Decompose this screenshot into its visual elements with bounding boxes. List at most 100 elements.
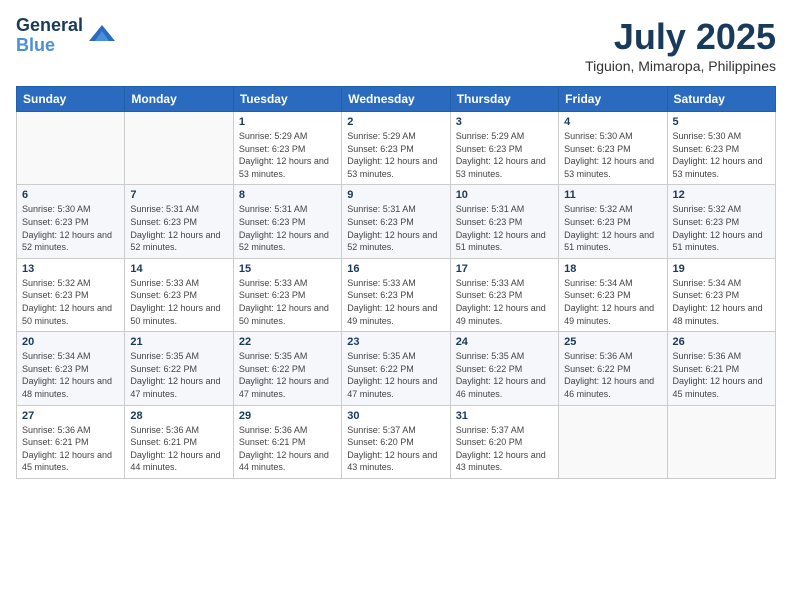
day-number: 23 [347, 336, 444, 348]
location-title: Tiguion, Mimaropa, Philippines [585, 58, 776, 74]
day-number: 2 [347, 116, 444, 128]
day-number: 5 [673, 116, 770, 128]
calendar-cell: 14 Sunrise: 5:33 AMSunset: 6:23 PMDayligh… [125, 258, 233, 331]
calendar-cell: 17Sunrise: 5:33 AMSunset: 6:23 PMDayligh… [450, 258, 558, 331]
calendar-cell: 20 Sunrise: 5:34 AMSunset: 6:23 PMDayligh… [17, 332, 125, 405]
calendar-cell: 10 Sunrise: 5:31 AMSunset: 6:23 PMDayligh… [450, 185, 558, 258]
day-number: 14 [130, 263, 227, 275]
day-number: 19 [673, 263, 770, 275]
day-number: 20 [22, 336, 119, 348]
day-number: 9 [347, 189, 444, 201]
calendar-cell: 6 Sunrise: 5:30 AMSunset: 6:23 PMDaylight… [17, 185, 125, 258]
day-number: 17 [456, 263, 553, 275]
day-info: Sunrise: 5:35 AMSunset: 6:22 PMDaylight:… [239, 350, 336, 400]
calendar-cell: 7Sunrise: 5:31 AMSunset: 6:23 PMDaylight… [125, 185, 233, 258]
calendar-cell: 31Sunrise: 5:37 AMSunset: 6:20 PMDayligh… [450, 405, 558, 478]
calendar-cell: 13Sunrise: 5:32 AMSunset: 6:23 PMDayligh… [17, 258, 125, 331]
day-info: Sunrise: 5:33 AMSunset: 6:23 PMDaylight:… [130, 277, 227, 327]
calendar-cell: 4 Sunrise: 5:30 AMSunset: 6:23 PMDaylight… [559, 112, 667, 185]
weekday-header: Sunday [17, 87, 125, 112]
calendar-cell: 5 Sunrise: 5:30 AMSunset: 6:23 PMDaylight… [667, 112, 775, 185]
day-info: Sunrise: 5:29 AMSunset: 6:23 PMDaylight:… [347, 130, 444, 180]
day-info: Sunrise: 5:30 AMSunset: 6:23 PMDaylight:… [673, 130, 770, 180]
day-number: 16 [347, 263, 444, 275]
day-info: Sunrise: 5:34 AMSunset: 6:23 PMDaylight:… [22, 350, 119, 400]
day-number: 28 [130, 410, 227, 422]
calendar-week-row: 1 Sunrise: 5:29 AMSunset: 6:23 PMDaylight… [17, 112, 776, 185]
logo-text: GeneralBlue [16, 16, 83, 56]
day-number: 10 [456, 189, 553, 201]
day-info: Sunrise: 5:29 AMSunset: 6:23 PMDaylight:… [456, 130, 553, 180]
weekday-header: Thursday [450, 87, 558, 112]
day-info: Sunrise: 5:32 AMSunset: 6:23 PMDaylight:… [564, 203, 661, 253]
day-info: Sunrise: 5:34 AMSunset: 6:23 PMDaylight:… [564, 277, 661, 327]
calendar-cell [559, 405, 667, 478]
day-info: Sunrise: 5:37 AMSunset: 6:20 PMDaylight:… [456, 424, 553, 474]
calendar-cell: 19 Sunrise: 5:34 AMSunset: 6:23 PMDayligh… [667, 258, 775, 331]
day-number: 8 [239, 189, 336, 201]
calendar-cell: 2 Sunrise: 5:29 AMSunset: 6:23 PMDaylight… [342, 112, 450, 185]
calendar-cell: 12 Sunrise: 5:32 AMSunset: 6:23 PMDayligh… [667, 185, 775, 258]
day-info: Sunrise: 5:36 AMSunset: 6:21 PMDaylight:… [673, 350, 770, 400]
calendar-header-row: SundayMondayTuesdayWednesdayThursdayFrid… [17, 87, 776, 112]
calendar-cell [667, 405, 775, 478]
calendar-cell: 8 Sunrise: 5:31 AMSunset: 6:23 PMDaylight… [233, 185, 341, 258]
calendar-cell: 9 Sunrise: 5:31 AMSunset: 6:23 PMDaylight… [342, 185, 450, 258]
calendar-week-row: 20 Sunrise: 5:34 AMSunset: 6:23 PMDayligh… [17, 332, 776, 405]
calendar-cell: 18 Sunrise: 5:34 AMSunset: 6:23 PMDayligh… [559, 258, 667, 331]
day-info: Sunrise: 5:36 AMSunset: 6:22 PMDaylight:… [564, 350, 661, 400]
day-info: Sunrise: 5:31 AMSunset: 6:23 PMDaylight:… [347, 203, 444, 253]
day-info: Sunrise: 5:31 AMSunset: 6:23 PMDaylight:… [239, 203, 336, 253]
calendar-week-row: 27 Sunrise: 5:36 AMSunset: 6:21 PMDayligh… [17, 405, 776, 478]
calendar-cell: 23 Sunrise: 5:35 AMSunset: 6:22 PMDayligh… [342, 332, 450, 405]
day-number: 1 [239, 116, 336, 128]
day-info: Sunrise: 5:35 AMSunset: 6:22 PMDaylight:… [456, 350, 553, 400]
day-number: 4 [564, 116, 661, 128]
calendar-cell: 21Sunrise: 5:35 AMSunset: 6:22 PMDayligh… [125, 332, 233, 405]
day-info: Sunrise: 5:37 AMSunset: 6:20 PMDaylight:… [347, 424, 444, 474]
logo: GeneralBlue [16, 16, 117, 56]
day-info: Sunrise: 5:34 AMSunset: 6:23 PMDaylight:… [673, 277, 770, 327]
calendar-cell: 24 Sunrise: 5:35 AMSunset: 6:22 PMDayligh… [450, 332, 558, 405]
day-info: Sunrise: 5:32 AMSunset: 6:23 PMDaylight:… [22, 277, 119, 327]
calendar-cell: 28 Sunrise: 5:36 AMSunset: 6:21 PMDayligh… [125, 405, 233, 478]
day-number: 27 [22, 410, 119, 422]
calendar-cell: 27 Sunrise: 5:36 AMSunset: 6:21 PMDayligh… [17, 405, 125, 478]
day-info: Sunrise: 5:33 AMSunset: 6:23 PMDaylight:… [239, 277, 336, 327]
day-number: 24 [456, 336, 553, 348]
day-number: 11 [564, 189, 661, 201]
calendar-cell: 30Sunrise: 5:37 AMSunset: 6:20 PMDayligh… [342, 405, 450, 478]
day-number: 22 [239, 336, 336, 348]
page-header: GeneralBlue July 2025 Tiguion, Mimaropa,… [16, 16, 776, 74]
calendar-table: SundayMondayTuesdayWednesdayThursdayFrid… [16, 86, 776, 479]
day-info: Sunrise: 5:31 AMSunset: 6:23 PMDaylight:… [130, 203, 227, 253]
calendar-cell: 1Sunrise: 5:29 AMSunset: 6:23 PMDaylight… [233, 112, 341, 185]
title-block: July 2025 Tiguion, Mimaropa, Philippines [585, 16, 776, 74]
day-number: 12 [673, 189, 770, 201]
day-info: Sunrise: 5:36 AMSunset: 6:21 PMDaylight:… [22, 424, 119, 474]
calendar-week-row: 13Sunrise: 5:32 AMSunset: 6:23 PMDayligh… [17, 258, 776, 331]
weekday-header: Friday [559, 87, 667, 112]
weekday-header: Tuesday [233, 87, 341, 112]
day-number: 15 [239, 263, 336, 275]
calendar-cell: 11 Sunrise: 5:32 AMSunset: 6:23 PMDayligh… [559, 185, 667, 258]
day-info: Sunrise: 5:31 AMSunset: 6:23 PMDaylight:… [456, 203, 553, 253]
weekday-header: Wednesday [342, 87, 450, 112]
day-info: Sunrise: 5:32 AMSunset: 6:23 PMDaylight:… [673, 203, 770, 253]
day-info: Sunrise: 5:35 AMSunset: 6:22 PMDaylight:… [347, 350, 444, 400]
calendar-cell: 3Sunrise: 5:29 AMSunset: 6:23 PMDaylight… [450, 112, 558, 185]
day-number: 29 [239, 410, 336, 422]
calendar-cell: 16Sunrise: 5:33 AMSunset: 6:23 PMDayligh… [342, 258, 450, 331]
day-info: Sunrise: 5:30 AMSunset: 6:23 PMDaylight:… [564, 130, 661, 180]
calendar-week-row: 6 Sunrise: 5:30 AMSunset: 6:23 PMDaylight… [17, 185, 776, 258]
day-info: Sunrise: 5:36 AMSunset: 6:21 PMDaylight:… [130, 424, 227, 474]
day-number: 18 [564, 263, 661, 275]
logo-icon [87, 21, 117, 51]
day-info: Sunrise: 5:30 AMSunset: 6:23 PMDaylight:… [22, 203, 119, 253]
calendar-cell: 25Sunrise: 5:36 AMSunset: 6:22 PMDayligh… [559, 332, 667, 405]
calendar-cell [125, 112, 233, 185]
day-number: 6 [22, 189, 119, 201]
day-info: Sunrise: 5:36 AMSunset: 6:21 PMDaylight:… [239, 424, 336, 474]
calendar-cell: 29 Sunrise: 5:36 AMSunset: 6:21 PMDayligh… [233, 405, 341, 478]
day-info: Sunrise: 5:35 AMSunset: 6:22 PMDaylight:… [130, 350, 227, 400]
